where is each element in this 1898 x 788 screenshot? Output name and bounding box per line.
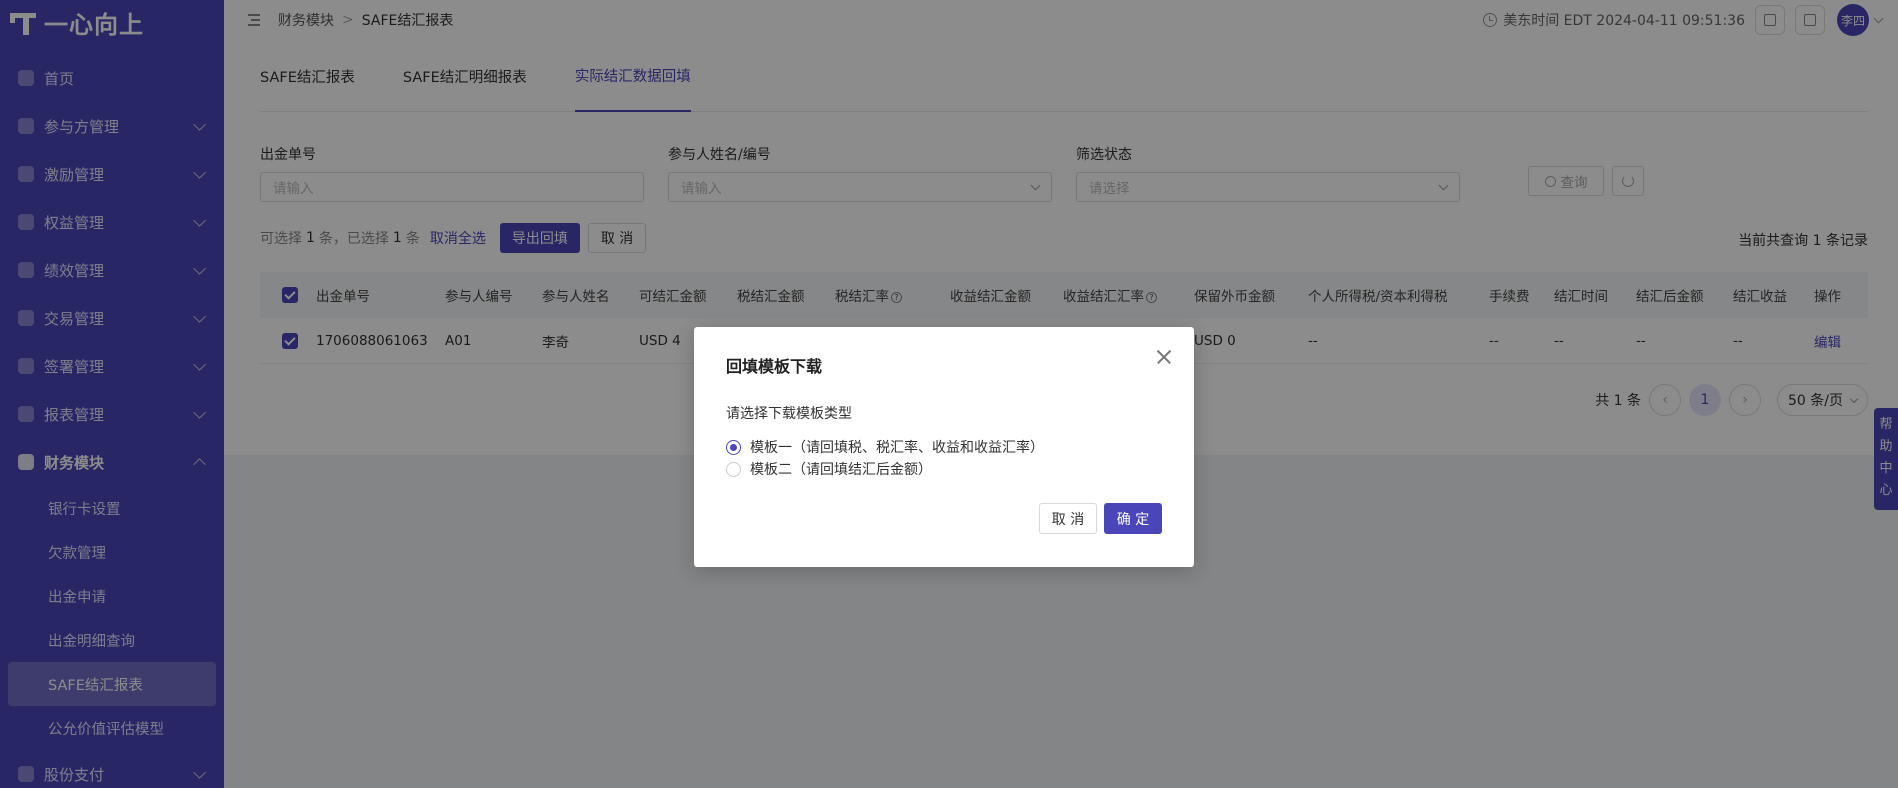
template-option-label: 模板一（请回填税、税汇率、收益和收益汇率） (750, 440, 1044, 456)
template-option-label: 模板二（请回填结汇后金额） (750, 462, 932, 478)
template-option-1[interactable]: 模板一（请回填税、税汇率、收益和收益汇率） (726, 437, 1044, 457)
radio-selected-icon[interactable] (726, 439, 741, 455)
template-download-dialog: 回填模板下载 请选择下载模板类型 模板一（请回填税、税汇率、收益和收益汇率） 模… (694, 327, 1194, 567)
dialog-prompt: 请选择下载模板类型 (726, 406, 852, 422)
modal-overlay[interactable]: 回填模板下载 请选择下载模板类型 模板一（请回填税、税汇率、收益和收益汇率） 模… (0, 0, 1898, 788)
radio-unselected-icon[interactable] (726, 461, 741, 477)
template-option-2[interactable]: 模板二（请回填结汇后金额） (726, 459, 932, 479)
dialog-title: 回填模板下载 (726, 357, 823, 376)
dialog-confirm-button[interactable]: 确 定 (1104, 503, 1162, 534)
dialog-cancel-button[interactable]: 取 消 (1039, 503, 1097, 534)
close-icon[interactable] (1154, 347, 1174, 367)
